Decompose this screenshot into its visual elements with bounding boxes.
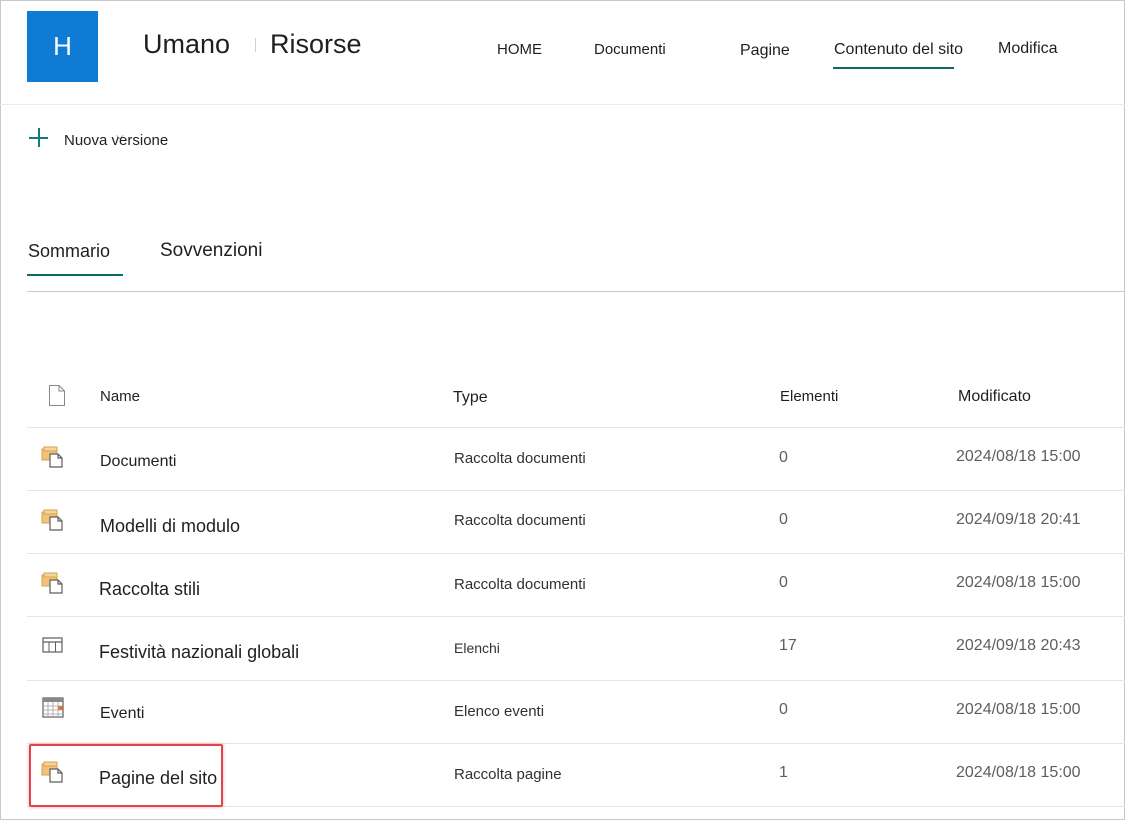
list-item-type: Raccolta documenti (454, 450, 586, 467)
list-item-count: 17 (779, 637, 797, 654)
list-item-modified: 2024/08/18 15:00 (956, 574, 1081, 591)
site-title-part2[interactable]: Risorse (270, 29, 362, 60)
list-item-modified: 2024/08/18 15:00 (956, 701, 1081, 718)
list-item-count: 1 (779, 764, 788, 781)
site-logo-letter: H (53, 31, 72, 61)
tab-sommario[interactable]: Sommario (28, 241, 110, 262)
nav-home[interactable]: HOME (497, 41, 542, 58)
nav-contenuto-del-sito[interactable]: Contenuto del sito (834, 41, 963, 59)
document-library-icon (41, 446, 63, 468)
list-item-type: Raccolta documenti (454, 512, 586, 529)
list-item-type: Raccolta pagine (454, 766, 562, 783)
list-item-count: 0 (779, 701, 788, 718)
list-item-modified: 2024/09/18 20:43 (956, 637, 1081, 654)
site-title-part1[interactable]: Umano (143, 29, 230, 60)
row-divider (27, 553, 1125, 554)
column-header-modificato[interactable]: Modificato (958, 388, 1031, 406)
list-item-name[interactable]: Modelli di modulo (100, 516, 240, 537)
list-item-modified: 2024/09/18 20:41 (956, 511, 1081, 528)
list-item-count: 0 (779, 449, 788, 466)
row-divider (27, 490, 1125, 491)
tabs-divider (27, 291, 1125, 292)
list-item-type: Elenco eventi (454, 703, 545, 720)
row-divider (27, 616, 1125, 617)
site-logo[interactable]: H (27, 11, 98, 82)
nav-active-underline (833, 67, 954, 69)
file-type-icon[interactable] (48, 385, 66, 406)
site-title-separator (255, 38, 256, 52)
list-item-modified: 2024/08/18 15:00 (956, 448, 1081, 465)
column-header-elementi[interactable]: Elementi (780, 388, 838, 405)
tab-active-underline (27, 274, 123, 276)
list-item-name[interactable]: Festività nazionali globali (99, 642, 299, 663)
list-item-count: 0 (779, 574, 788, 591)
document-library-icon (41, 572, 63, 594)
tab-sovvenzioni[interactable]: Sovvenzioni (160, 240, 262, 262)
list-item-type: Raccolta documenti (454, 576, 586, 593)
list-item-name[interactable]: Eventi (100, 705, 144, 723)
highlight-box (29, 744, 223, 807)
chevron-down-icon[interactable]: ⌵ (116, 131, 124, 142)
row-divider (27, 680, 1125, 681)
nav-pagine[interactable]: Pagine (740, 42, 790, 60)
plus-icon[interactable] (29, 128, 48, 147)
list-icon (42, 637, 63, 653)
header-divider (0, 104, 1125, 105)
nav-modifica[interactable]: Modifica (998, 40, 1058, 58)
calendar-icon (42, 697, 64, 718)
column-header-name[interactable]: Name (100, 388, 140, 405)
document-library-icon (41, 509, 63, 531)
list-item-type: Elenchi (454, 640, 500, 656)
list-item-name[interactable]: Documenti (100, 453, 176, 471)
column-header-type[interactable]: Type (453, 389, 488, 407)
list-item-name[interactable]: Raccolta stili (99, 579, 200, 600)
page-frame (0, 0, 1125, 820)
nav-documenti[interactable]: Documenti (594, 41, 666, 58)
row-divider (27, 427, 1125, 428)
list-item-modified: 2024/08/18 15:00 (956, 764, 1081, 781)
list-item-count: 0 (779, 511, 788, 528)
